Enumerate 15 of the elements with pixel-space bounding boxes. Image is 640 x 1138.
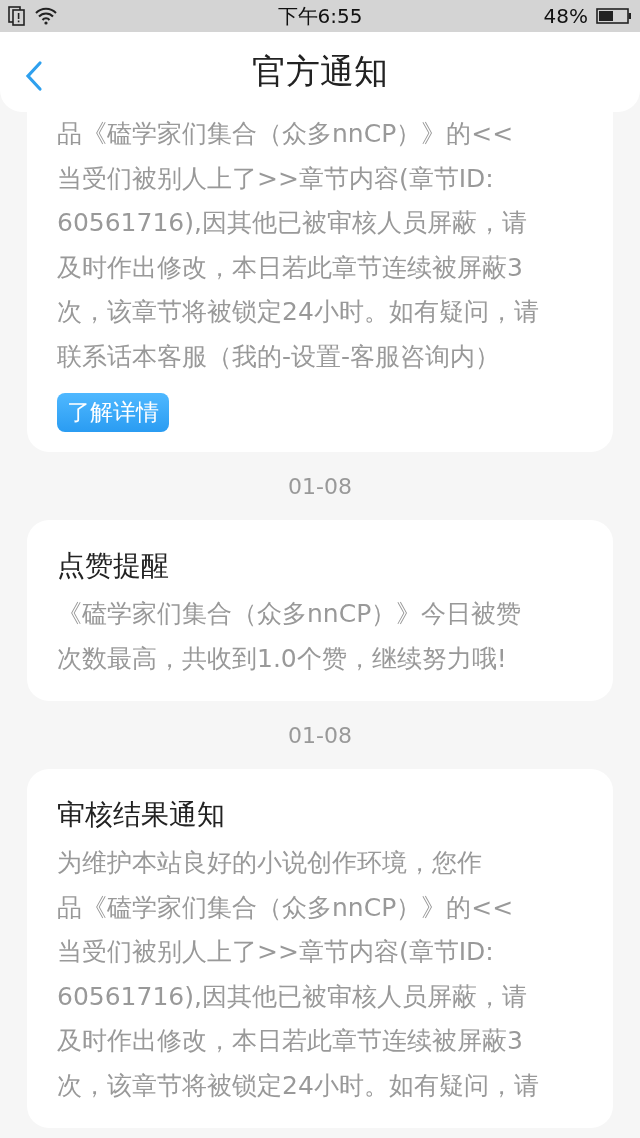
battery-percent: 48% [543, 4, 588, 28]
back-icon[interactable] [24, 60, 44, 92]
date-label: 01-08 [288, 721, 352, 750]
battery-icon [596, 7, 632, 25]
notice-text: 《磕学家们集合（众多nnCP）》今日被赞 次数最高，共收到1.0个赞，继续努力哦! [57, 598, 523, 675]
date-label: 01-08 [288, 472, 352, 501]
status-time: 下午6:55 [277, 2, 363, 30]
wifi-icon [34, 7, 58, 25]
notice-text: 为维护本站良好的小说创作环境，您作 品《磕学家们集合（众多nnCP）》的<< 当受们被别人上了>>章节内容(章节ID: 60561716),因其他已被审核人员屏蔽，请 及时作出修改，本日若此章节连续被屏蔽3 次，该章节将被锁定24小时。如有疑问，请 [57, 847, 540, 1102]
notice-text: 品《磕学家们集合（众多nnCP）》的<< 当受们被别人上了>>章节内容(章节ID: 60561716),因其他已被审核人员屏蔽，请 及时作出修改，本日若此章节连续被屏蔽3 次，该章节将被锁定24小时。如有疑问，请 联系话本客服（我的-设置-客服咨询内） [57, 118, 540, 373]
details-button[interactable]: 了解详情 [57, 393, 169, 432]
notice-title: 点赞提醒 [57, 548, 170, 584]
notice-title: 审核结果通知 [57, 797, 226, 833]
sim-alert-icon [8, 6, 26, 26]
page-title: 官方通知 [252, 50, 388, 93]
